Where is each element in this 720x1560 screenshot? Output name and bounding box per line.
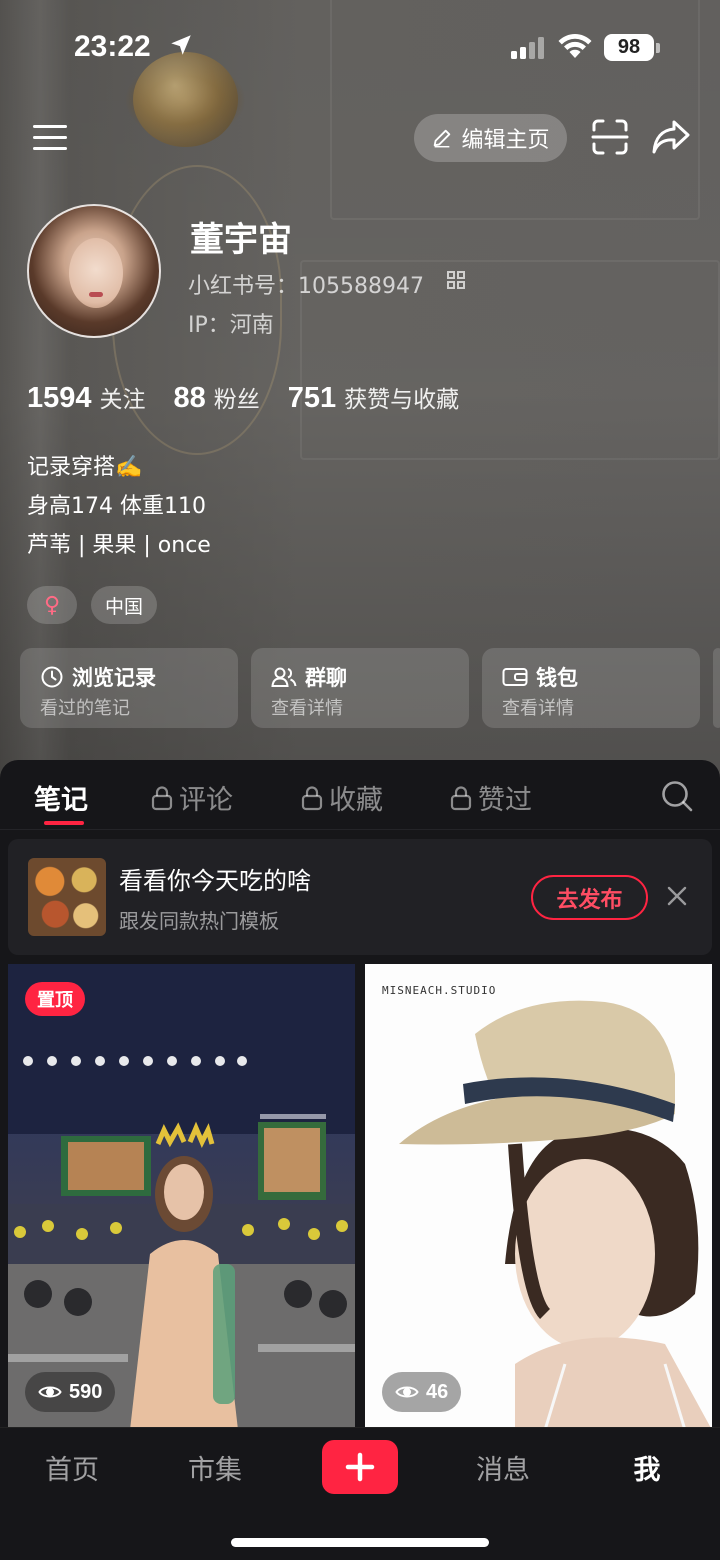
avatar[interactable] [27,204,161,338]
create-post-button[interactable] [322,1440,398,1494]
bio-line: 芦苇 | 果果 | once [27,533,211,558]
tab-notes[interactable]: 笔记 [34,778,88,817]
followers-count: 88 [173,382,206,414]
nav-home[interactable]: 首页 [27,1448,117,1487]
group-chat-card[interactable]: 群聊 查看详情 [251,648,469,728]
concert-photo [8,964,355,1430]
tab-liked-label: 赞过 [478,785,532,816]
tab-comments-label: 评论 [179,785,233,816]
group-chat-title: 群聊 [305,666,347,690]
note-card-pinned[interactable]: 置顶 590 [8,964,355,1430]
group-chat-subtitle: 查看详情 [271,698,343,719]
followers-label: 粉丝 [213,387,260,413]
likes-count: 751 [287,382,337,414]
clock-icon [41,666,63,688]
ip-location: IP：河南 [188,313,274,338]
location-arrow-icon [168,32,194,62]
share-icon[interactable] [651,118,691,160]
following-label: 关注 [99,387,146,413]
bio-line: 记录穿搭✍️ [27,455,143,480]
view-count-badge: 590 [25,1372,116,1412]
likes-label: 获赞与收藏 [344,387,460,413]
lock-icon [450,785,472,810]
nav-me[interactable]: 我 [602,1448,692,1487]
view-count-badge: 46 [382,1372,462,1412]
qr-code-icon[interactable] [447,271,465,293]
publish-button[interactable]: 去发布 [531,875,648,920]
lock-icon [151,785,173,810]
note-card-hat[interactable]: MISNEACH.STUDIO 46 [365,964,712,1430]
status-time: 23:22 [74,30,151,63]
tab-liked[interactable]: 赞过 [450,778,532,817]
profile-tab-bar: 笔记 评论 收藏 赞过 [0,760,720,830]
wallet-title: 钱包 [536,666,578,690]
scan-icon[interactable] [591,118,629,160]
tab-notes-label: 笔记 [34,785,88,816]
xiaohongshu-id: 小红书号：105588947 [188,274,424,299]
pinned-badge: 置顶 [25,982,85,1016]
profile-stats: 1594 关注 88 粉丝 751 获赞与收藏 [27,380,487,420]
template-promo-banner[interactable]: 看看你今天吃的啥 跟发同款热门模板 去发布 [8,839,712,955]
gender-tag: ♀ [27,586,77,624]
menu-icon[interactable] [30,120,70,156]
view-count: 590 [69,1380,103,1403]
view-count: 46 [426,1380,449,1403]
region-tag: 中国 [91,586,157,624]
group-chat-icon [271,667,297,687]
following-count: 1594 [27,382,92,414]
eye-icon [38,1386,62,1398]
hat-model-photo [399,1000,712,1430]
profile-bio: 记录穿搭✍️ 身高174 体重110 芦苇 | 果果 | once [27,448,211,565]
following-stat[interactable]: 1594 关注 [27,380,146,415]
edit-profile-button[interactable]: 编辑主页 [414,114,567,162]
wallet-card[interactable]: 钱包 查看详情 [482,648,700,728]
plus-icon [345,1452,375,1482]
lock-icon [301,785,323,810]
wifi-icon [557,32,593,64]
username: 董宇宙 [190,220,292,260]
wallet-icon [502,668,528,686]
close-icon[interactable] [666,885,688,911]
active-tab-indicator [44,821,84,825]
browse-history-card[interactable]: 浏览记录 看过的笔记 [20,648,238,728]
browse-history-title: 浏览记录 [72,666,156,690]
nav-market[interactable]: 市集 [170,1448,260,1487]
nav-messages[interactable]: 消息 [458,1448,548,1487]
tab-favorites-label: 收藏 [329,785,383,816]
home-indicator [231,1538,489,1547]
tab-comments[interactable]: 评论 [151,778,233,817]
food-thumbnail [28,858,106,936]
likes-stat[interactable]: 751 获赞与收藏 [288,380,459,415]
search-icon[interactable] [660,779,694,817]
battery-tip [656,43,660,53]
promo-title: 看看你今天吃的啥 [119,867,311,895]
battery-indicator: 98 [604,34,654,61]
bottom-navigation: 首页 市集 消息 我 [0,1427,720,1560]
browse-history-subtitle: 看过的笔记 [40,698,130,719]
wallet-subtitle: 查看详情 [502,698,574,719]
cellular-signal-icon [510,36,546,64]
eye-icon [395,1386,419,1398]
followers-stat[interactable]: 88 粉丝 [174,380,260,415]
next-card-peek [713,648,720,728]
pencil-icon [434,129,451,148]
promo-subtitle: 跟发同款热门模板 [119,909,279,933]
bio-line: 身高174 体重110 [27,494,206,519]
edit-profile-label: 编辑主页 [461,128,550,153]
status-bar: 23:22 98 [0,0,720,96]
tab-favorites[interactable]: 收藏 [301,778,383,817]
